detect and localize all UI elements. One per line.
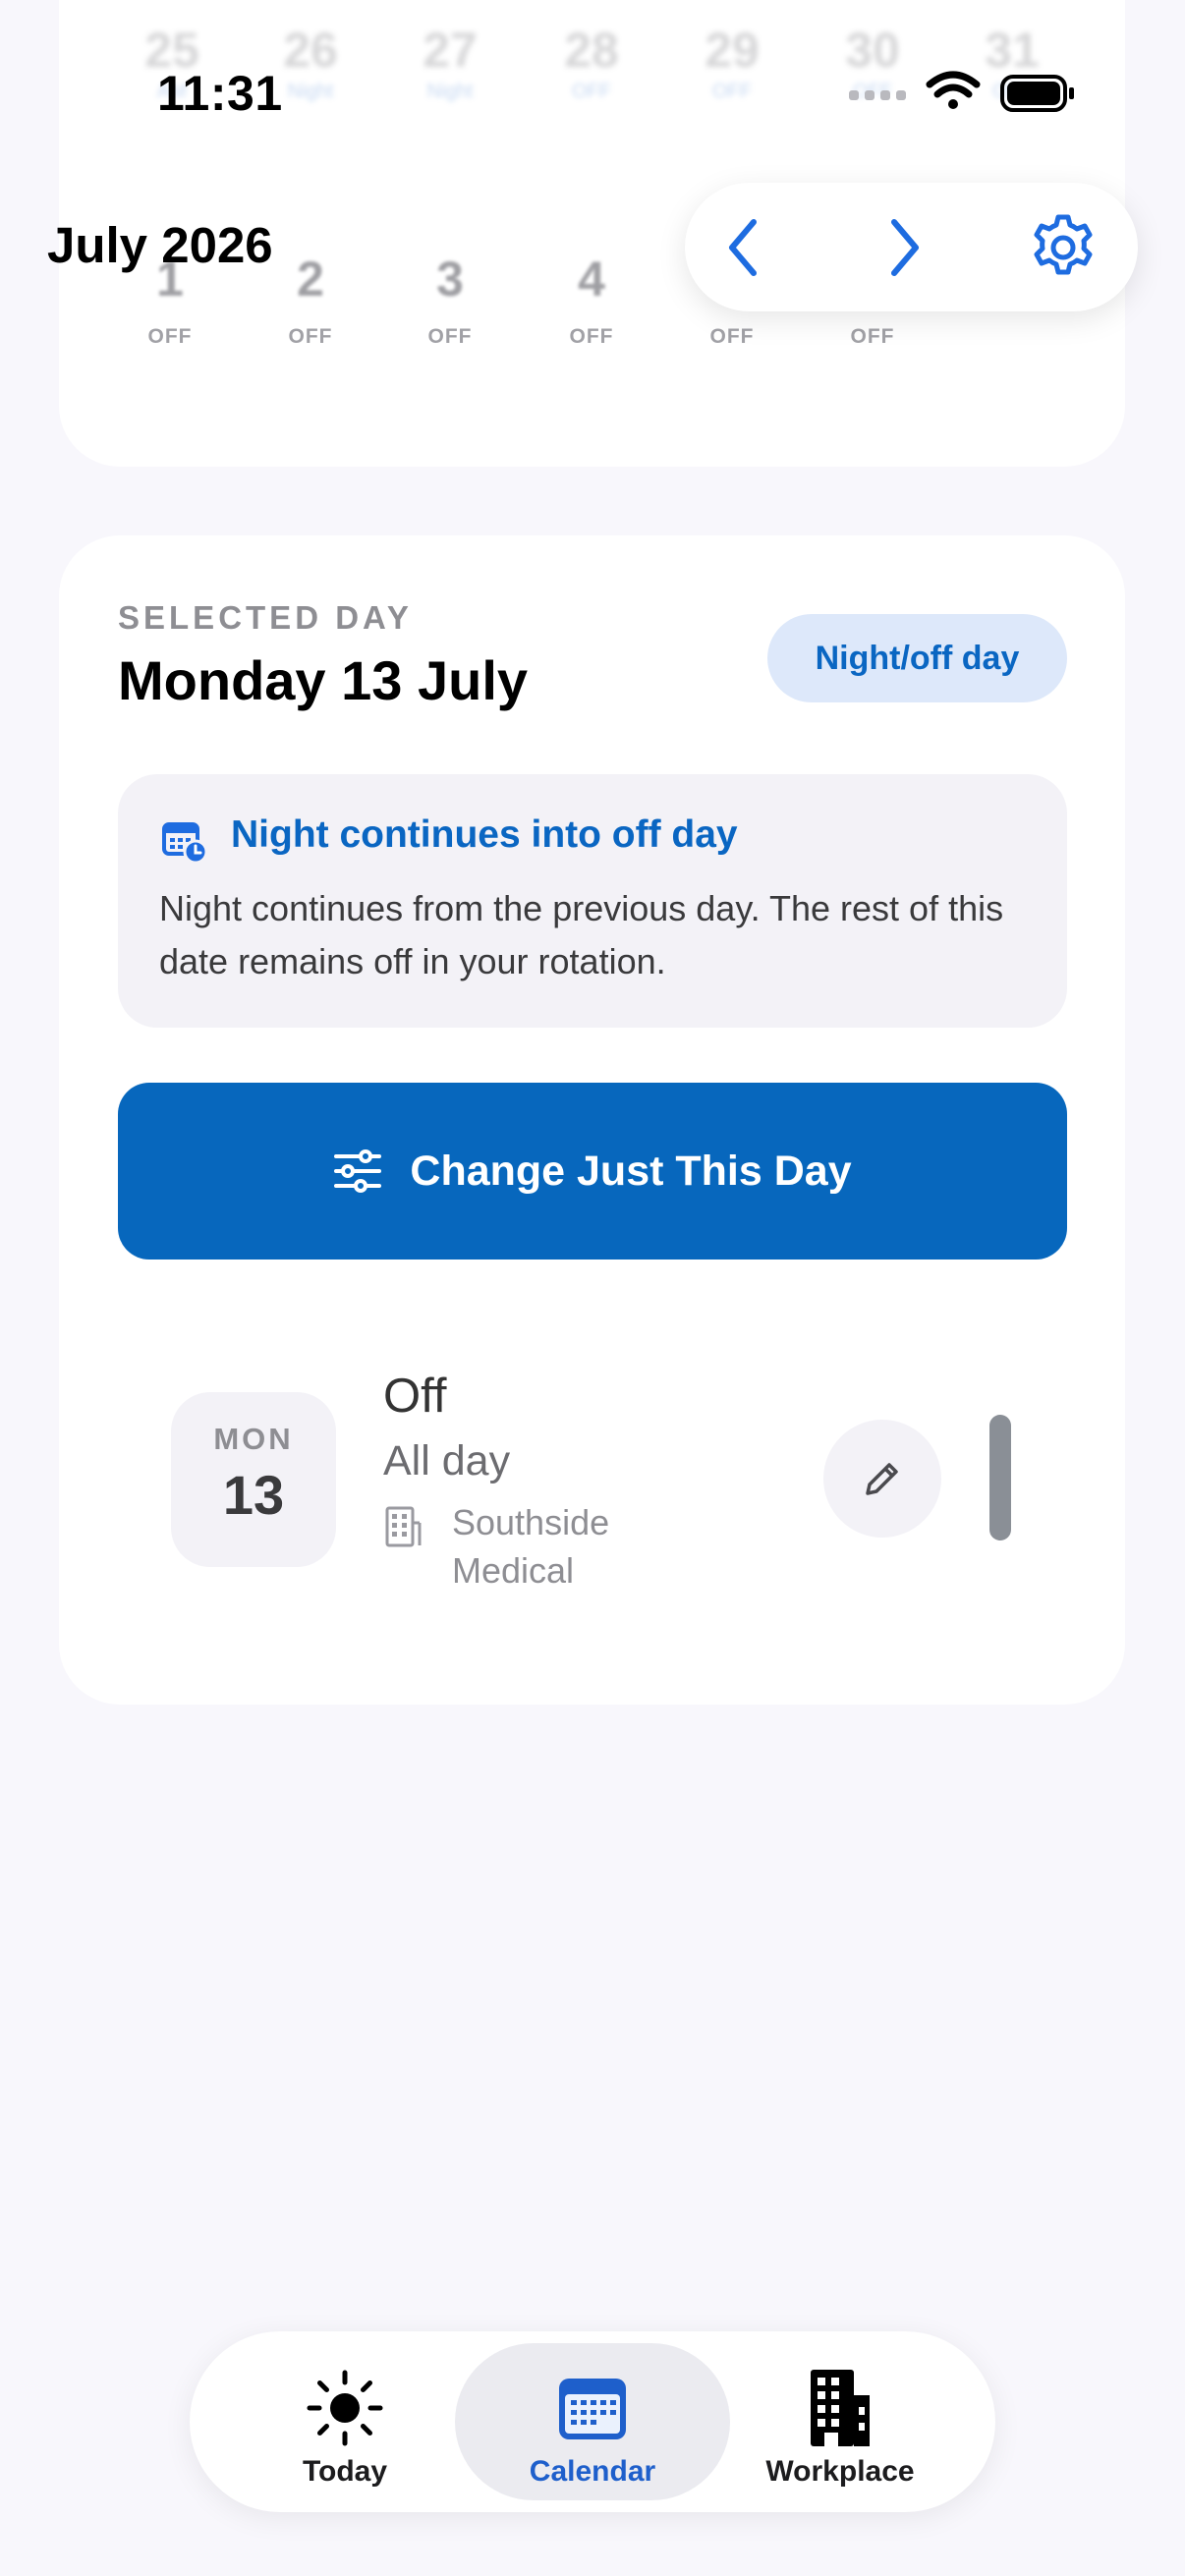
calendar-icon [559,2379,626,2439]
calendar-day-number: 3 [436,252,464,307]
info-box: Night continues into off day Night conti… [118,774,1067,1028]
calendar-day-cell[interactable]: 29 OFF [683,22,781,103]
calendar-navigation [685,183,1138,311]
pencil-icon [866,1463,898,1495]
calendar-day-number: 27 [423,23,478,78]
selected-day-label: SELECTED DAY [118,599,413,636]
tab-workplace-label: Workplace [765,2455,915,2488]
info-title: Night continues into off day [231,813,738,856]
calendar-day-shift: OFF [569,325,614,348]
status-bar-time: 11:31 [157,66,283,121]
tab-workplace[interactable]: Workplace [703,2343,978,2500]
wifi-icon [926,71,981,109]
date-chip: MON 13 [171,1392,336,1567]
calendar-day-shift: OFF [572,81,611,102]
previous-button[interactable] [685,183,803,311]
calendar-day-number: 28 [564,23,619,78]
selected-day-date: Monday 13 July [118,649,529,711]
calendar-day-number: 29 [705,23,760,78]
calendar-day-shift: OFF [427,325,473,348]
sun-icon [307,2370,383,2446]
tab-today-label: Today [302,2455,388,2488]
shift-time: All day [383,1437,511,1484]
cellular-signal-icon [849,90,906,100]
calendar-day-shift: OFF [850,325,895,348]
sliders-icon [334,1149,382,1193]
tab-calendar[interactable]: Calendar [455,2343,730,2500]
settings-button[interactable] [1004,183,1122,311]
calendar-day-shift: OFF [709,325,755,348]
calendar-day-shift: OFF [147,325,193,348]
date-chip-day: 13 [222,1464,285,1526]
chevron-right-icon [891,218,919,276]
month-title: July 2026 [47,217,273,273]
calendar-day-cell[interactable]: 28 OFF [542,22,641,103]
calendar-day-cell[interactable]: 4 OFF [537,251,646,349]
tab-calendar-label: Calendar [529,2455,656,2488]
status-bar-indicators [845,71,1081,118]
building-icon [385,1506,422,1547]
calendar-day-number: 4 [578,252,605,307]
tab-bar: Today Calendar Workplace [190,2331,995,2512]
next-button[interactable] [845,183,963,311]
calendar-day-shift: OFF [712,81,752,102]
shift-name: Off [383,1370,447,1423]
calendar-day-cell[interactable]: 27 Night [401,22,499,103]
gear-icon [1034,214,1093,274]
date-chip-weekday: MON [213,1422,294,1456]
shift-color-indicator [989,1415,1011,1540]
change-just-this-day-button[interactable]: Change Just This Day [118,1083,1067,1260]
calendar-day-shift: Night [426,81,474,102]
status-icons [849,71,1074,112]
calendar-day-shift: OFF [288,325,333,348]
day-type-badge: Night/off day [767,614,1067,702]
calendar-day-cell[interactable]: 3 OFF [396,251,504,349]
info-body: Night continues from the previous day. T… [159,888,1004,981]
chevron-left-icon [729,218,757,276]
battery-icon [1000,75,1074,112]
building-icon [811,2370,870,2446]
change-just-this-day-label: Change Just This Day [410,1147,852,1195]
calendar-clock-icon [162,822,208,865]
selected-day-card: SELECTED DAY Monday 13 July Night/off da… [59,535,1125,1705]
edit-shift-button[interactable] [823,1420,941,1538]
shift-workplace: Southside Medical [452,1502,610,1591]
tab-today[interactable]: Today [207,2343,482,2500]
